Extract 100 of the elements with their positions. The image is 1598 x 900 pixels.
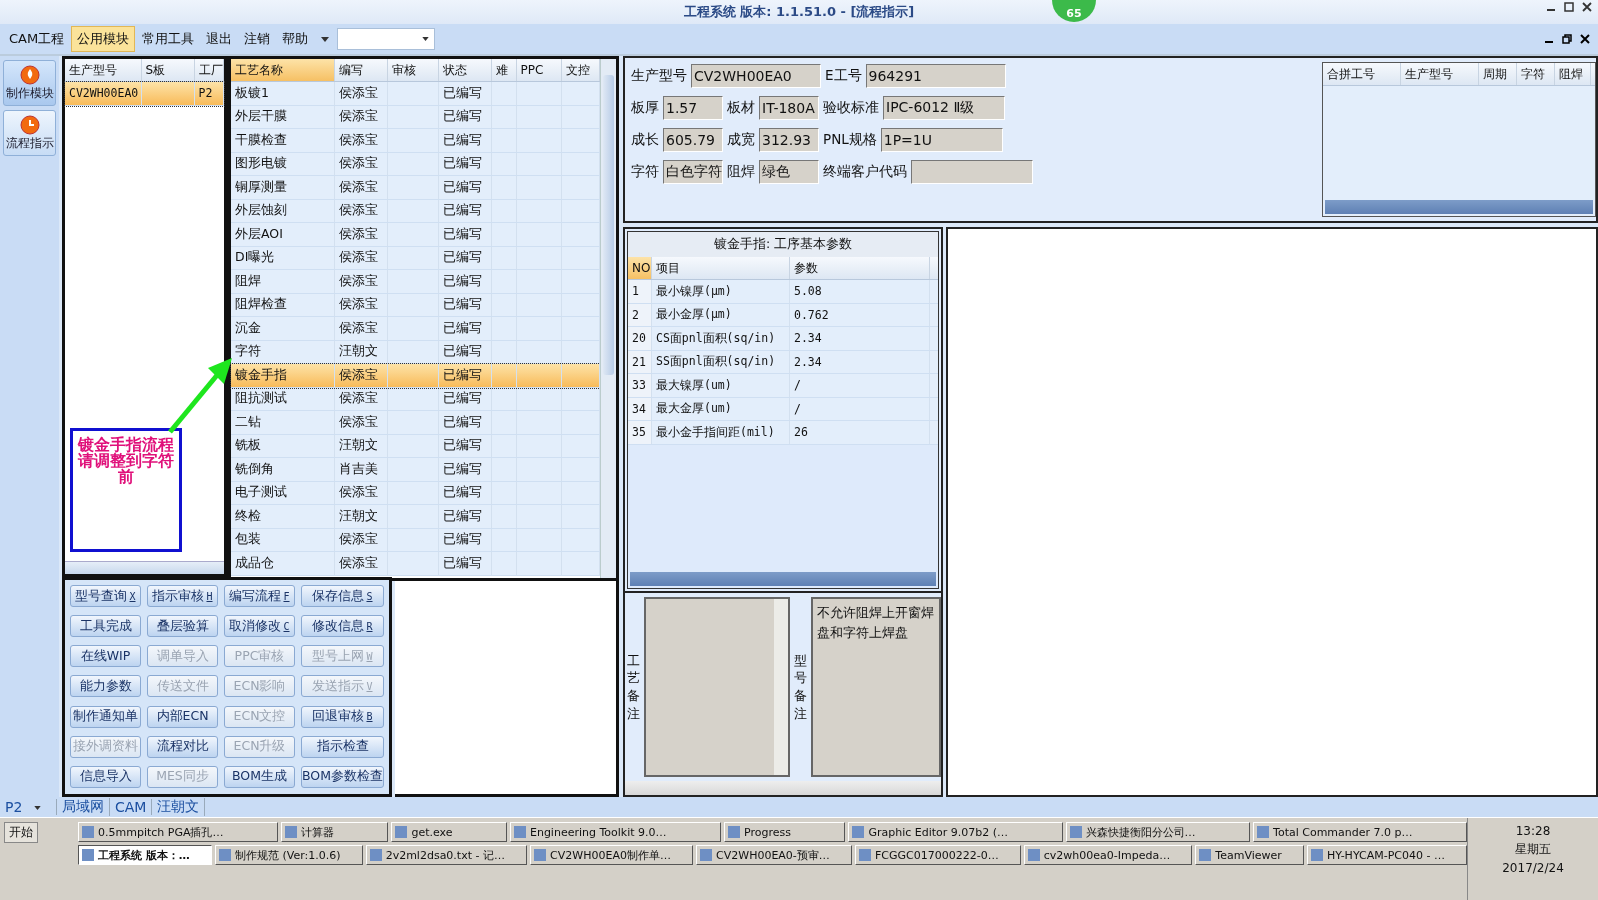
caret-icon[interactable] [34, 806, 42, 810]
action-button[interactable]: 在线WIP [70, 645, 141, 668]
nav-button[interactable]: 流程指示 [3, 110, 56, 156]
taskbar-item[interactable]: CV2WH00EA0-预审… [696, 845, 852, 865]
action-button[interactable]: 修改信息 R [301, 615, 384, 638]
taskbar-item[interactable]: Engineering Toolkit 9.0… [509, 822, 722, 842]
horizontal-scrollbar[interactable] [630, 572, 936, 586]
site-dropdown[interactable]: P2 [0, 799, 57, 815]
taskbar-item[interactable]: 兴森快捷衡阳分公司… [1065, 822, 1251, 842]
process-row[interactable]: 外层AOI 侯添宝 已编写 [231, 223, 600, 247]
value-field[interactable]: 1P=1U [880, 128, 1003, 152]
taskbar-item[interactable]: CV2WH00EA0制作单… [530, 845, 694, 865]
action-button[interactable]: 流程对比 [147, 735, 218, 758]
process-row[interactable]: 成品仓 侯添宝 已编写 [231, 552, 600, 576]
dropdown-field[interactable] [337, 28, 436, 50]
taskbar-item[interactable]: FCGGC017000222-0… [854, 845, 1021, 865]
action-button[interactable]: 内部ECN [147, 705, 218, 728]
column-header[interactable]: 周期 [1479, 63, 1517, 85]
action-button[interactable]: BOM生成 [224, 765, 295, 788]
column-header[interactable]: 字符 [1517, 63, 1555, 85]
nav-button[interactable]: 制作模块 [3, 60, 56, 106]
horizontal-scrollbar[interactable] [1325, 200, 1593, 214]
action-button[interactable]: 信息导入 [70, 765, 141, 788]
column-header[interactable]: 阻焊 [1555, 63, 1591, 85]
process-row[interactable]: 包装 侯添宝 已编写 [231, 528, 600, 552]
action-button[interactable]: 取消修改 C [224, 615, 295, 638]
process-row[interactable]: 外层干膜 侯添宝 已编写 [231, 105, 600, 129]
column-header[interactable]: 难 [491, 59, 517, 81]
value-field[interactable]: IT-180A [759, 96, 819, 120]
action-button[interactable]: 指示检查 [301, 735, 384, 758]
action-button[interactable]: BOM参数检查 [301, 765, 384, 788]
value-field[interactable]: IPC-6012 Ⅱ级 [883, 96, 1005, 120]
taskbar-item[interactable]: 2v2ml2dsa0.txt - 记… [365, 845, 528, 865]
menu-item[interactable]: 公用模块 [71, 26, 136, 52]
column-header[interactable]: PPC [516, 59, 563, 81]
menu-item[interactable]: 注销 [239, 27, 276, 51]
value-field[interactable]: 1.57 [663, 96, 723, 120]
text-area[interactable]: 不允许阻焊上开窗焊盘和字符上焊盘 [811, 597, 941, 777]
close-icon[interactable] [1580, 34, 1590, 44]
action-button[interactable]: 工具完成 [70, 615, 141, 638]
value-field[interactable]: 312.93 [759, 128, 819, 152]
process-row[interactable]: 铣板 汪朝文 已编写 [231, 434, 600, 458]
menu-item[interactable]: 常用工具 [137, 27, 200, 51]
vertical-scrollbar[interactable] [600, 59, 616, 578]
column-header[interactable]: 合拼工号 [1323, 63, 1401, 85]
value-field[interactable]: 绿色 [759, 160, 819, 184]
taskbar-item[interactable]: TeamViewer [1195, 845, 1304, 865]
column-header[interactable]: 编写 [334, 59, 388, 81]
process-row[interactable]: 电子测试 侯添宝 已编写 [231, 481, 600, 505]
taskbar-item[interactable]: 0.5mmpitch PGA插孔… [78, 822, 278, 842]
taskbar-item[interactable]: HY-HYCAM-PC040 - … [1306, 845, 1468, 865]
caret-icon[interactable] [422, 37, 430, 41]
process-row[interactable]: 板镀1 侯添宝 已编写 [231, 82, 600, 106]
column-header[interactable]: 状态 [438, 59, 492, 81]
action-button[interactable]: 保存信息 S [301, 585, 384, 607]
taskbar-item[interactable]: Graphic Editor 9.07b2 (… [848, 822, 1063, 842]
horizontal-scrollbar[interactable] [65, 561, 224, 574]
value-field[interactable] [911, 160, 1033, 184]
start-button[interactable]: 开始 [4, 822, 38, 843]
action-button[interactable]: 回退审核 B [301, 705, 384, 728]
maximize-icon[interactable] [1564, 2, 1574, 12]
process-row[interactable]: 终检 汪朝文 已编写 [231, 505, 600, 529]
action-button[interactable]: 指示审核 H [147, 585, 218, 607]
caret-icon[interactable] [321, 36, 330, 42]
action-button[interactable]: 叠层验算 [147, 615, 218, 638]
horizontal-scrollbar[interactable] [625, 781, 941, 795]
process-row[interactable]: 二钻 侯添宝 已编写 [231, 411, 600, 435]
process-row[interactable]: 沉金 侯添宝 已编写 [231, 317, 600, 341]
column-header[interactable]: 文控 [562, 59, 600, 81]
restore-icon[interactable] [1562, 34, 1572, 44]
value-field[interactable]: CV2WH00EA0 [691, 64, 821, 88]
value-field[interactable]: 白色字符 [663, 160, 723, 184]
menu-item[interactable]: CAM工程 [4, 27, 70, 51]
column-header[interactable]: NO [628, 257, 652, 279]
process-row[interactable]: 阻焊 侯添宝 已编写 [231, 270, 600, 294]
taskbar-item[interactable]: 计算器 [280, 822, 389, 842]
product-row[interactable]: CV2WH00EA0 P2 [65, 82, 224, 106]
column-header[interactable]: 生产型号 [1401, 63, 1479, 85]
process-row[interactable]: 图形电镀 侯添宝 已编写 [231, 152, 600, 176]
menu-item[interactable]: 帮助 [277, 27, 314, 51]
process-row[interactable]: 外层蚀刻 侯添宝 已编写 [231, 199, 600, 223]
process-row[interactable]: 铣倒角 肖吉美 已编写 [231, 458, 600, 482]
process-row[interactable]: 干膜检查 侯添宝 已编写 [231, 129, 600, 153]
taskbar-item[interactable]: 制作规范 (Ver:1.0.6) [214, 845, 363, 865]
column-header[interactable]: 项目 [652, 257, 790, 279]
value-field[interactable]: 964291 [865, 64, 1006, 88]
taskbar-item[interactable]: Total Commander 7.0 p… [1253, 822, 1467, 842]
action-button[interactable]: 编写流程 F [224, 585, 295, 607]
taskbar-item[interactable]: cv2wh00ea0-Impeda… [1023, 845, 1193, 865]
text-area[interactable] [644, 597, 790, 777]
action-button[interactable]: 能力参数 [70, 675, 141, 698]
process-row[interactable]: 字符 汪朝文 已编写 [231, 340, 600, 364]
taskbar-item[interactable]: 工程系统 版本：… [78, 845, 212, 865]
process-row[interactable]: 铜厚测量 侯添宝 已编写 [231, 176, 600, 200]
taskbar-item[interactable]: get.exe [391, 822, 507, 842]
column-header[interactable]: 审核 [387, 59, 439, 81]
process-row[interactable]: DI曝光 侯添宝 已编写 [231, 246, 600, 270]
menu-item[interactable]: 退出 [201, 27, 238, 51]
close-icon[interactable] [1582, 2, 1592, 12]
column-header[interactable]: 参数 [790, 257, 930, 279]
